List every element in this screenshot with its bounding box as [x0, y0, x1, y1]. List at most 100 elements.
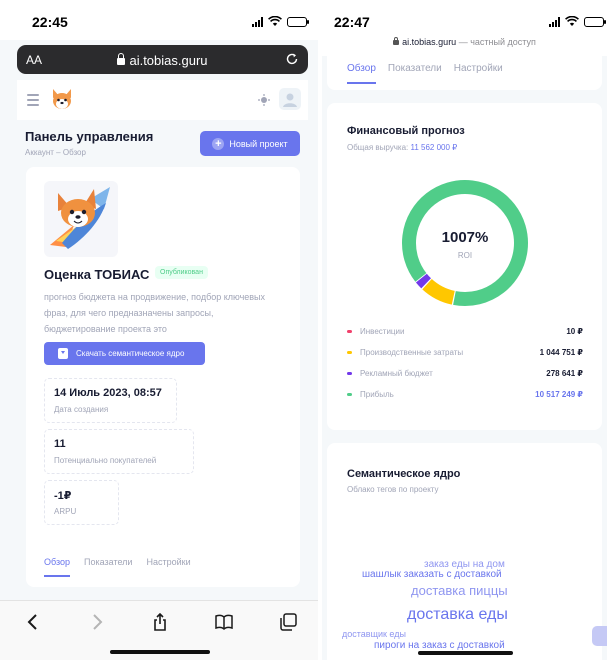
forward-chevron-icon[interactable]	[88, 613, 106, 631]
tab-overview[interactable]: Обзор	[347, 63, 376, 84]
signal-icon	[549, 16, 560, 27]
tag-cloud-word: шашлык заказать с доставкой	[362, 569, 502, 580]
status-icons	[549, 16, 606, 27]
tab-overview[interactable]: Обзор	[44, 557, 70, 577]
tag-cloud-word: доставка пиццы	[411, 583, 508, 598]
tag-cloud-word: пироги на заказ с доставкой	[374, 640, 505, 651]
project-description: прогноз бюджета на продвижение, подбор к…	[44, 292, 266, 334]
browser-address-bar[interactable]: AA ai.tobias.guru	[17, 45, 308, 74]
legend-value: 278 641 ₽	[546, 369, 583, 378]
breadcrumb: Аккаунт – Обзор	[25, 148, 86, 157]
page-toolbar: Панель управления Аккаунт – Обзор + Новы…	[17, 120, 308, 164]
stat-potential-buyers: 11 Потенциально покупателей	[44, 429, 194, 474]
plus-icon: +	[212, 137, 225, 150]
legend-color-dot	[347, 351, 352, 354]
corgi-logo-icon[interactable]	[48, 85, 76, 113]
corgi-rocket-logo-icon	[44, 181, 118, 257]
project-title: Оценка ТОБИАС	[44, 267, 150, 282]
semantic-title: Семантическое ядро	[347, 468, 461, 480]
legend-name: Производственные затраты	[360, 348, 464, 357]
tabs-overview-icon[interactable]	[279, 613, 297, 631]
reload-icon[interactable]	[285, 52, 299, 66]
tab-metrics[interactable]: Показатели	[388, 63, 442, 84]
tabs-card: Обзор Показатели Настройки	[327, 56, 602, 90]
user-avatar-icon[interactable]	[279, 88, 301, 110]
stat-value: -1₽	[54, 490, 72, 502]
legend-color-dot	[347, 330, 352, 333]
legend-name: Инвестиции	[360, 327, 405, 336]
finance-subtitle: Общая выручка: 11 562 000 ₽	[347, 143, 457, 152]
stat-value: 11	[54, 438, 66, 450]
signal-icon	[252, 16, 263, 27]
legend-row: Инвестиции 10 ₽	[347, 321, 583, 342]
app-header	[17, 80, 308, 120]
download-semantic-core-button[interactable]: Скачать семантическое ядро	[44, 342, 205, 365]
url-text: ai.tobias.guru	[402, 37, 457, 47]
status-badge: Опубликован	[155, 266, 208, 279]
new-project-label: Новый проект	[229, 138, 288, 149]
tab-metrics[interactable]: Показатели	[84, 557, 132, 577]
tag-cloud-word: доставщик еды	[342, 629, 406, 639]
roi-value: 1007%	[441, 229, 489, 246]
home-indicator	[418, 651, 513, 655]
financial-forecast-card: Финансовый прогноз Общая выручка: 11 562…	[327, 103, 602, 430]
legend-name: Рекламный бюджет	[360, 369, 433, 378]
url-text: ai.tobias.guru	[129, 53, 208, 68]
stat-value: 14 Июль 2023, 08:57	[54, 387, 162, 399]
stat-label: ARPU	[54, 507, 77, 516]
legend-color-dot	[347, 372, 352, 375]
status-time: 22:47	[334, 14, 370, 30]
legend-row: Рекламный бюджет 278 641 ₽	[347, 363, 583, 384]
download-label: Скачать семантическое ядро	[76, 349, 185, 358]
share-icon[interactable]	[151, 613, 169, 631]
finance-legend: Инвестиции 10 ₽ Производственные затраты 1 …	[347, 321, 583, 405]
new-project-button[interactable]: + Новый проект	[200, 131, 300, 156]
url-display[interactable]: ai.tobias.guru	[17, 53, 308, 68]
stat-label: Потенциально покупателей	[54, 456, 157, 465]
download-file-icon	[58, 348, 68, 359]
url-suffix: — частный доступ	[456, 37, 536, 47]
legend-value: 10 517 249 ₽	[535, 390, 583, 399]
status-bar: 22:45	[0, 0, 318, 40]
stat-created-date: 14 Июль 2023, 08:57 Дата создания	[44, 378, 177, 423]
tab-settings[interactable]: Настройки	[454, 63, 503, 84]
status-bar: 22:47 ai.tobias.guru — частный доступ	[322, 0, 607, 56]
compact-url-bar[interactable]: ai.tobias.guru — частный доступ	[322, 37, 607, 47]
revenue-label: Общая выручка:	[347, 143, 409, 152]
scroll-to-top-handle[interactable]	[592, 626, 607, 646]
project-card: Оценка ТОБИАС Опубликован прогноз бюджет…	[26, 167, 300, 587]
status-icons	[252, 16, 309, 27]
project-tabs: Обзор Показатели Настройки	[44, 557, 191, 577]
bookmarks-book-icon[interactable]	[215, 613, 233, 631]
theme-toggle-icon[interactable]	[257, 93, 271, 107]
tag-cloud-word: доставка еды	[407, 606, 508, 623]
legend-row: Производственные затраты 1 044 751 ₽	[347, 342, 583, 363]
hamburger-menu-icon[interactable]	[27, 94, 39, 109]
wifi-icon	[268, 16, 282, 26]
project-tabs: Обзор Показатели Настройки	[347, 63, 503, 84]
battery-icon	[584, 16, 606, 27]
roi-label: ROI	[457, 251, 473, 260]
battery-icon	[287, 16, 309, 27]
finance-title: Финансовый прогноз	[347, 125, 465, 137]
tab-settings[interactable]: Настройки	[146, 557, 190, 577]
wifi-icon	[565, 16, 579, 26]
legend-value: 1 044 751 ₽	[539, 348, 583, 357]
legend-row: Прибыль 10 517 249 ₽	[347, 384, 583, 405]
page-title: Панель управления	[25, 129, 154, 144]
semantic-subtitle: Облако тегов по проекту	[347, 485, 439, 494]
status-time: 22:45	[32, 14, 68, 30]
right-phone-screen: 22:47 ai.tobias.guru — частный доступ Об…	[322, 0, 607, 660]
back-chevron-icon[interactable]	[24, 613, 42, 631]
stat-arpu: -1₽ ARPU	[44, 480, 119, 525]
left-phone-screen: 22:45 AA ai.tobias.guru Панель управлени…	[0, 0, 318, 660]
semantic-core-card: Семантическое ядро Облако тегов по проек…	[327, 443, 602, 660]
legend-name: Прибыль	[360, 390, 394, 399]
revenue-value: 11 562 000 ₽	[410, 143, 458, 152]
lock-icon	[117, 53, 126, 65]
home-indicator	[110, 650, 210, 654]
legend-value: 10 ₽	[566, 327, 583, 336]
stat-label: Дата создания	[54, 405, 109, 414]
lock-icon	[393, 37, 400, 45]
browser-bottom-toolbar	[0, 600, 318, 660]
